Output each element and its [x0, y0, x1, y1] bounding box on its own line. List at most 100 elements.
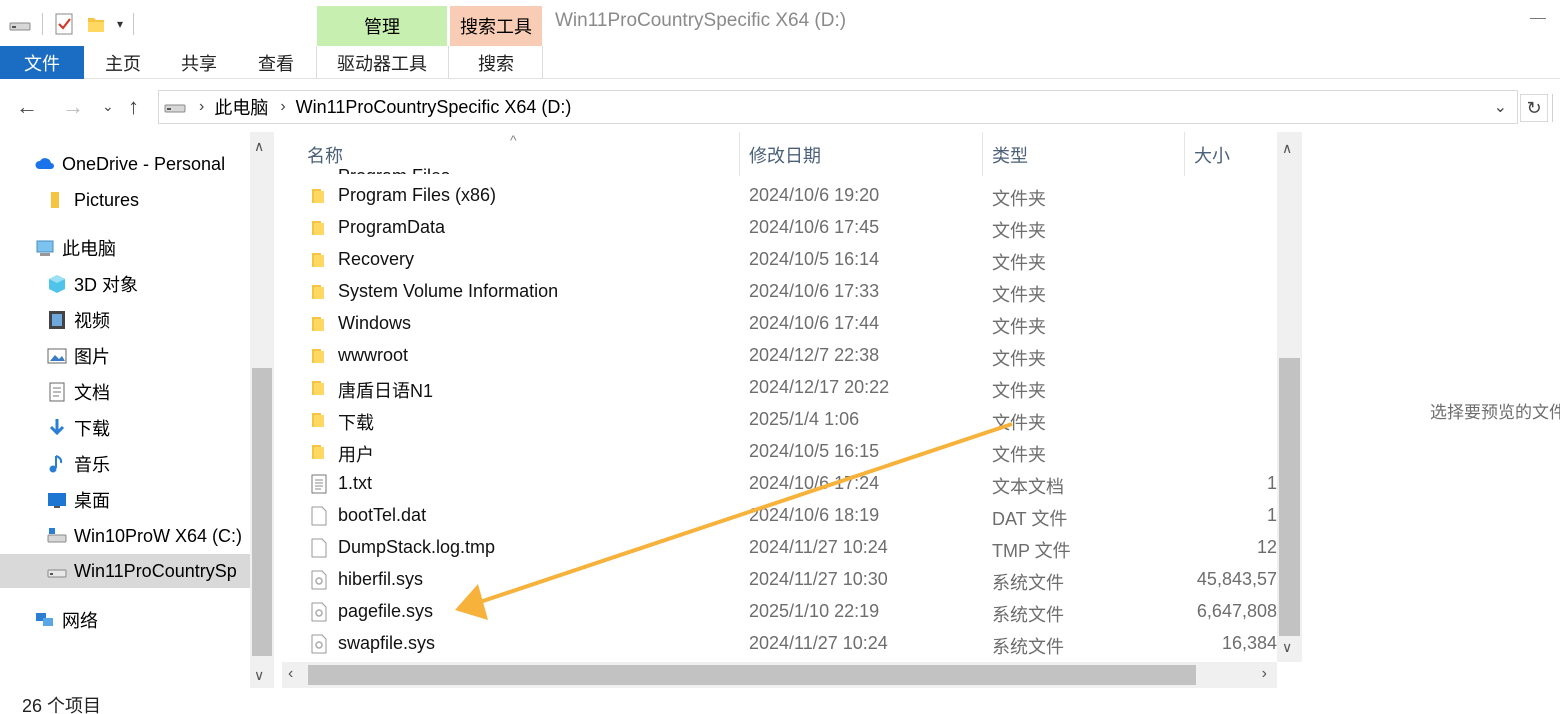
nav-item-label: 下载 — [74, 419, 110, 439]
customize-toolbar-dropdown[interactable]: ▾ — [117, 17, 123, 31]
back-button[interactable]: ← — [16, 94, 38, 120]
scrollbar-thumb[interactable] — [1279, 358, 1300, 636]
column-divider[interactable] — [1184, 132, 1185, 176]
file-type: 系统文件 — [992, 573, 1064, 593]
tab-share[interactable]: 共享 — [170, 46, 228, 79]
up-button[interactable]: ↑ — [128, 94, 139, 120]
folder-icon — [310, 378, 328, 398]
new-folder-icon[interactable] — [85, 13, 107, 35]
file-row[interactable]: Recovery 2024/10/5 16:14 文件夹 — [282, 244, 1277, 276]
download-icon — [49, 419, 65, 436]
file-modified-date: 2024/12/17 20:22 — [749, 377, 890, 397]
documents-icon — [49, 382, 65, 402]
folder-icon — [310, 314, 328, 334]
nav-item-label: 网络 — [62, 611, 98, 631]
file-size: 45,843,57 — [1196, 569, 1277, 589]
file-name: System Volume Information — [338, 281, 559, 301]
tab-file[interactable]: 文件 — [0, 46, 84, 79]
address-bar[interactable]: › 此电脑 › Win11ProCountrySpecific X64 (D:)… — [158, 90, 1518, 124]
file-modified-date: 2024/10/6 17:33 — [749, 281, 880, 301]
file-row[interactable]: 1.txt 2024/10/6 17:24 文本文档 1 — [282, 468, 1277, 500]
scrollbar-thumb[interactable] — [252, 368, 272, 656]
column-header-type[interactable]: 类型 — [992, 142, 1028, 168]
drive-icon — [9, 22, 31, 31]
tab-drive-tools[interactable]: 驱动器工具 — [317, 46, 447, 79]
nav-item-onedrive[interactable]: OneDrive - Personal — [34, 147, 284, 181]
scroll-down-icon[interactable]: ∨ — [1282, 639, 1292, 656]
forward-button[interactable]: → — [62, 94, 84, 120]
minimize-button[interactable] — [1530, 18, 1546, 19]
tab-home[interactable]: 主页 — [94, 46, 152, 79]
file-name: ProgramData — [338, 217, 446, 237]
file-list-horizontal-scrollbar[interactable]: ‹ › — [282, 662, 1277, 688]
folder-icon — [310, 186, 328, 206]
file-name: bootTel.dat — [338, 505, 427, 525]
file-row[interactable]: pagefile.sys 2025/1/10 22:19 系统文件 6,647,808 — [282, 596, 1277, 628]
scroll-left-icon[interactable]: ‹ — [288, 665, 293, 683]
system-file-icon — [310, 570, 328, 590]
address-dropdown-icon[interactable]: ⌄ — [1494, 97, 1507, 117]
system-file-icon — [310, 634, 328, 654]
file-row[interactable]: DumpStack.log.tmp 2024/11/27 10:24 TMP 文件 1… — [282, 532, 1277, 564]
file-type: 文件夹 — [992, 381, 1046, 401]
refresh-button[interactable]: ↻ — [1520, 94, 1548, 122]
scroll-down-icon[interactable]: ∨ — [254, 667, 264, 684]
file-list: ^ 名称 修改日期 类型 大小 Program Files Program Fi… — [282, 132, 1302, 662]
3d-objects-icon — [49, 275, 65, 293]
file-row[interactable]: 用户 2024/10/5 16:15 文件夹 — [282, 436, 1277, 468]
file-row[interactable]: ProgramData 2024/10/6 17:45 文件夹 — [282, 212, 1277, 244]
scroll-up-icon[interactable]: ∧ — [254, 138, 264, 155]
properties-icon[interactable] — [53, 12, 75, 36]
file-name: 下载 — [338, 413, 374, 433]
onedrive-icon — [35, 158, 54, 169]
file-name: hiberfil.sys — [338, 569, 424, 589]
nav-item-this-pc[interactable]: 此电脑 — [34, 231, 284, 265]
tab-search[interactable]: 搜索 — [450, 46, 542, 79]
file-name: pagefile.sys — [338, 601, 434, 621]
file-type: DAT 文件 — [992, 509, 1068, 529]
file-row[interactable]: Program Files (x86) 2024/10/6 19:20 文件夹 — [282, 180, 1277, 212]
file-name: wwwroot — [338, 345, 409, 365]
file-name: Windows — [338, 313, 412, 333]
breadcrumb-drive-d[interactable]: Win11ProCountrySpecific X64 (D:) — [296, 97, 572, 118]
file-type: 文件夹 — [992, 285, 1046, 305]
chevron-right-icon[interactable]: › — [280, 98, 285, 116]
scroll-up-icon[interactable]: ∧ — [1282, 140, 1292, 157]
scrollbar-thumb[interactable] — [308, 665, 1196, 685]
chevron-right-icon[interactable]: › — [199, 98, 204, 116]
nav-item-drive-d[interactable]: Win11ProCountrySp — [0, 554, 250, 588]
column-header-name[interactable]: 名称 — [307, 142, 343, 168]
nav-item-label: 此电脑 — [62, 239, 116, 259]
column-divider[interactable] — [739, 132, 740, 176]
file-modified-date: 2024/10/6 18:19 — [749, 505, 880, 525]
file-row[interactable]: Windows 2024/10/6 17:44 文件夹 — [282, 308, 1277, 340]
file-row[interactable]: 唐盾日语N1 2024/12/17 20:22 文件夹 — [282, 372, 1277, 404]
file-row[interactable]: swapfile.sys 2024/11/27 10:24 系统文件 16,384 — [282, 628, 1277, 660]
text-file-icon — [310, 474, 328, 494]
file-row[interactable]: bootTel.dat 2024/10/6 18:19 DAT 文件 1 — [282, 500, 1277, 532]
breadcrumb-this-pc[interactable]: 此电脑 — [214, 94, 268, 120]
nav-item-label: 音乐 — [74, 455, 110, 475]
file-size: 16,384 — [1221, 633, 1277, 653]
file-size: 1 — [1266, 473, 1277, 493]
file-row[interactable]: wwwroot 2024/12/7 22:38 文件夹 — [282, 340, 1277, 372]
column-header-size[interactable]: 大小 — [1194, 142, 1230, 168]
file-row[interactable]: 下载 2025/1/4 1:06 文件夹 — [282, 404, 1277, 436]
file-type: 文件夹 — [992, 349, 1046, 369]
file-modified-date: 2024/10/6 19:20 — [749, 185, 880, 205]
scroll-right-icon[interactable]: › — [1262, 665, 1267, 683]
recent-locations-button[interactable]: ⌄ — [102, 98, 114, 115]
column-divider[interactable] — [982, 132, 983, 176]
folder-icon — [310, 346, 328, 366]
computer-icon — [36, 240, 54, 256]
file-row[interactable]: hiberfil.sys 2024/11/27 10:30 系统文件 45,843,5… — [282, 564, 1277, 596]
tab-view[interactable]: 查看 — [247, 46, 305, 79]
file-list-vertical-scrollbar[interactable]: ∧ ∨ — [1277, 132, 1302, 662]
file-row[interactable]: System Volume Information 2024/10/6 17:33… — [282, 276, 1277, 308]
nav-item-label: 3D 对象 — [74, 275, 139, 295]
nav-item-network[interactable]: 网络 — [34, 603, 284, 637]
column-header-modified[interactable]: 修改日期 — [749, 142, 821, 168]
file-type: 文件夹 — [992, 221, 1046, 241]
folder-icon — [310, 442, 328, 462]
navigation-scrollbar[interactable]: ∧ ∨ — [250, 132, 274, 688]
